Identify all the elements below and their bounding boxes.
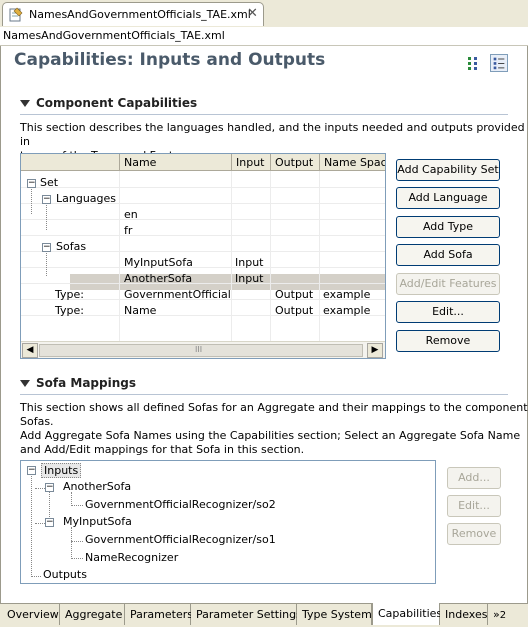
sofa-mappings-tree[interactable]: − Inputs − AnotherSofa GovernmentOfficia… xyxy=(20,460,436,584)
collapse-toggle-icon[interactable]: − xyxy=(45,518,54,527)
type-name-cell[interactable]: Name xyxy=(124,304,156,317)
tree-layout-icon[interactable] xyxy=(465,54,483,72)
file-path-header: NamesAndGovernmentOfficials_TAE.xml xyxy=(0,27,528,46)
add-type-button[interactable]: Add Type xyxy=(396,216,500,238)
section-divider xyxy=(20,394,508,395)
input-cell[interactable]: Input xyxy=(235,256,263,269)
xml-file-icon xyxy=(9,7,23,22)
language-cell[interactable]: en xyxy=(124,208,138,221)
scrollbar-thumb[interactable]: III xyxy=(39,344,363,357)
tree-node-outputs[interactable]: Outputs xyxy=(43,568,87,581)
sofa-remove-button[interactable]: Remove xyxy=(447,523,501,545)
tree-node-inputs[interactable]: Inputs xyxy=(41,463,82,478)
language-cell[interactable]: fr xyxy=(124,224,132,237)
horizontal-scrollbar[interactable]: ◀ III ▶ xyxy=(21,341,385,358)
component-capabilities-title: Component Capabilities xyxy=(36,96,198,110)
tab-parameter-settings[interactable]: Parameter Settings xyxy=(191,604,302,625)
tab-indexes[interactable]: Indexes xyxy=(440,604,488,625)
sofa-mappings-title: Sofa Mappings xyxy=(36,376,136,390)
list-layout-icon[interactable] xyxy=(490,54,508,72)
page-title: Capabilities: Inputs and Outputs xyxy=(14,50,326,70)
output-cell[interactable]: Output xyxy=(275,304,313,317)
capabilities-table[interactable]: Name Input Output Name Spac − Set − Lang… xyxy=(20,153,386,359)
tree-node-mapping[interactable]: NameRecognizer xyxy=(85,551,178,564)
collapse-triangle-icon[interactable] xyxy=(20,100,30,107)
section-divider xyxy=(20,114,508,115)
type-label-cell[interactable]: Type: xyxy=(55,288,84,301)
tree-node-mapping[interactable]: GovernmentOfficialRecognizer/so1 xyxy=(85,533,276,546)
tab-type-system[interactable]: Type System xyxy=(297,604,372,625)
type-label-cell[interactable]: Type: xyxy=(55,304,84,317)
tab-capabilities[interactable]: Capabilities xyxy=(372,603,442,625)
add-sofa-button[interactable]: Add Sofa xyxy=(396,244,500,266)
add-language-button[interactable]: Add Language xyxy=(396,187,500,209)
collapse-toggle-icon[interactable]: − xyxy=(27,179,36,188)
tree-node-mapping[interactable]: GovernmentOfficialRecognizer/so2 xyxy=(85,498,276,511)
add-edit-features-button[interactable]: Add/Edit Features xyxy=(396,273,500,295)
collapse-toggle-icon[interactable]: − xyxy=(42,243,51,252)
tree-node-sofas[interactable]: Sofas xyxy=(56,240,86,253)
output-cell[interactable]: Output xyxy=(275,288,313,301)
remove-button[interactable]: Remove xyxy=(396,330,500,352)
tab-overview[interactable]: Overview xyxy=(2,604,60,625)
tab-parameters[interactable]: Parameters xyxy=(125,604,193,625)
scroll-left-icon[interactable]: ◀ xyxy=(22,343,38,358)
editor-tab[interactable]: NamesAndGovernmentOfficials_TAE.xml ✕ xyxy=(2,2,264,26)
sofa-add-button[interactable]: Add... xyxy=(447,467,501,489)
tree-node-another-sofa[interactable]: AnotherSofa xyxy=(63,480,131,493)
sofa-name-cell[interactable]: MyInputSofa xyxy=(124,256,193,269)
namespace-cell[interactable]: example xyxy=(323,304,370,317)
column-header-output[interactable]: Output xyxy=(271,154,320,171)
column-header-input[interactable]: Input xyxy=(232,154,271,171)
collapse-toggle-icon[interactable]: − xyxy=(27,466,36,475)
tree-node-languages[interactable]: Languages xyxy=(56,192,116,205)
column-header-namespace[interactable]: Name Spac xyxy=(320,154,385,171)
edit-button[interactable]: Edit... xyxy=(396,301,500,323)
collapse-toggle-icon[interactable]: − xyxy=(42,195,51,204)
column-header-name[interactable]: Name xyxy=(120,154,232,171)
tree-node-set[interactable]: Set xyxy=(40,176,58,189)
tab-aggregate[interactable]: Aggregate xyxy=(60,604,125,625)
type-name-cell[interactable]: GovernmentOfficial xyxy=(124,288,231,301)
sofa-description: This section shows all defined Sofas for… xyxy=(20,401,528,456)
editor-tab-title: NamesAndGovernmentOfficials_TAE.xml xyxy=(29,8,251,21)
input-cell[interactable]: Input xyxy=(235,272,263,285)
collapse-toggle-icon[interactable]: − xyxy=(45,483,54,492)
column-header-tree[interactable] xyxy=(21,154,120,171)
scroll-right-icon[interactable]: ▶ xyxy=(367,343,383,358)
collapse-triangle-icon[interactable] xyxy=(20,380,30,387)
sofa-edit-button[interactable]: Edit... xyxy=(447,495,501,517)
add-capability-set-button[interactable]: Add Capability Set xyxy=(396,159,500,181)
page-tabs: Overview Aggregate Parameters Parameter … xyxy=(0,603,528,627)
namespace-cell[interactable]: example xyxy=(323,288,370,301)
close-icon[interactable]: ✕ xyxy=(247,6,258,21)
tab-overflow-button[interactable]: »2 xyxy=(488,604,526,625)
sofa-name-cell[interactable]: AnotherSofa xyxy=(124,272,192,285)
tree-node-my-input-sofa[interactable]: MyInputSofa xyxy=(63,515,132,528)
